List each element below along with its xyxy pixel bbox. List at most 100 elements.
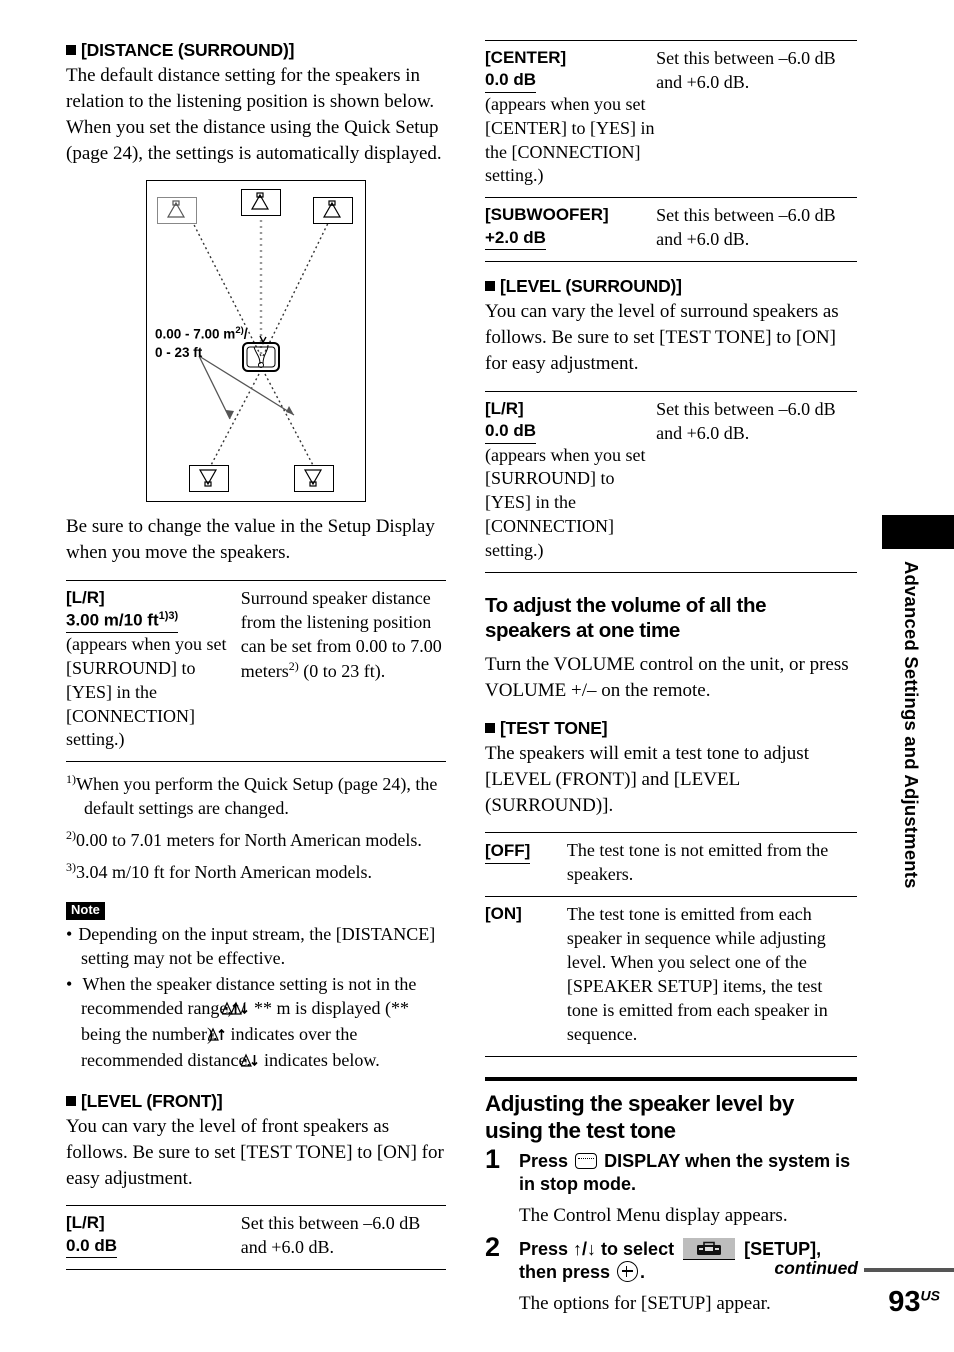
left-column: [DISTANCE (SURROUND)] The default distan… (66, 40, 446, 1280)
step-1: 1 Press DISPLAY when the system is in st… (485, 1145, 857, 1228)
step-1-number: 1 (485, 1143, 501, 1174)
section-heading-distance-surround-label: [DISTANCE (SURROUND)] (81, 40, 295, 60)
table-row: [L/R] 0.0 dB Set this between –6.0 dB an… (66, 1205, 446, 1270)
bullet-square-icon (485, 722, 495, 733)
section-divider (485, 1076, 857, 1081)
table-cell-key: [L/R] 0.0 dB (66, 1206, 241, 1270)
setting-default-value: 0.0 dB (485, 70, 537, 93)
right-column: [CENTER] 0.0 dB (appears when you set [C… (485, 40, 857, 1326)
front-left-speaker-icon (157, 197, 197, 225)
table-cell-value: The test tone is emitted from each speak… (566, 904, 828, 1045)
warning-down-icon (230, 999, 249, 1023)
after-diagram-text: Be sure to change the value in the Setup… (66, 516, 435, 564)
speaker-placement-diagram-wrap: 0.00 - 7.00 m2)/ 0 - 23 ft (66, 180, 446, 503)
level-front-table: [L/R] 0.0 dB Set this between –6.0 dB an… (66, 1205, 446, 1270)
setting-name: [SUBWOOFER] (485, 205, 609, 225)
heading-adjust-volume-all: To adjust the volume of all the speakers… (485, 594, 767, 643)
section-heading-level-surround: [LEVEL (SURROUND)] (485, 276, 857, 296)
test-tone-table: [OFF] The test tone is not emitted from … (485, 832, 857, 1057)
front-right-speaker-icon (313, 197, 353, 225)
setting-name: [CENTER] (485, 48, 567, 67)
table-cell-key: [CENTER] 0.0 dB (appears when you set [C… (485, 41, 656, 198)
bullet-square-icon (66, 45, 76, 55)
step-1-description: The Control Menu display appears. (519, 1204, 788, 1226)
step-1-title-b: DISPLAY when the system is in stop mode. (519, 1150, 851, 1195)
distance-label-feet: 0 - 23 ft (155, 345, 203, 361)
step-2-description: The options for [SETUP] appear. (519, 1292, 771, 1314)
setting-default-value: +2.0 dB (485, 228, 546, 251)
setting-default-value: 3.00 m/10 ft1)3) (66, 609, 179, 633)
level-front-table-continued: [CENTER] 0.0 dB (appears when you set [C… (485, 40, 857, 262)
footnote-2: 2)0.00 to 7.01 meters for North American… (66, 828, 446, 853)
table-row: [OFF] The test tone is not emitted from … (485, 832, 857, 897)
table-cell-value: Set this between –6.0 dB and +6.0 dB. (240, 1213, 421, 1258)
footnote-2-mark: 2) (66, 828, 76, 843)
table-cell-key: [L/R] 3.00 m/10 ft1)3) (appears when you… (66, 581, 241, 762)
footnote-1-mark: 1) (66, 772, 76, 787)
section-heading-level-front: [LEVEL (FRONT)] (66, 1091, 446, 1111)
distance-label-slash: / (243, 326, 248, 342)
page-number: 93US (888, 1288, 940, 1317)
side-tab-label: Advanced Settings and Adjustments (901, 561, 922, 889)
footnote-1-text: When you perform the Quick Setup (page 2… (76, 774, 438, 819)
bullet-square-icon (66, 1095, 76, 1106)
distance-intro-text: The default distance setting for the spe… (66, 65, 442, 164)
table-row: [L/R] 0.0 dB (appears when you set [SURR… (485, 391, 857, 573)
setting-condition-note: (appears when you set [SURROUND] to [YES… (66, 633, 227, 750)
step-2-title-a: Press ↑/↓ to select (519, 1239, 675, 1260)
footer-rule (864, 1268, 954, 1272)
level-surround-intro-text: You can vary the level of surround speak… (485, 301, 839, 375)
footer-continued-text: continued (774, 1258, 858, 1278)
footnote-2-text: 0.00 to 7.01 meters for North American m… (76, 830, 422, 851)
footnote-1: 1)When you perform the Quick Setup (page… (66, 772, 446, 821)
step-1-title-a: Press (519, 1150, 569, 1171)
table-cell-key: [OFF] (485, 833, 567, 897)
level-front-intro-text: You can vary the level of front speakers… (66, 1115, 444, 1189)
note-badge: Note (66, 902, 105, 921)
footnote-3: 3)3.04 m/10 ft for North American models… (66, 860, 446, 885)
note-item-text-e: indicates below. (263, 1049, 380, 1070)
warning-up-icon (207, 1025, 225, 1049)
setting-name: [L/R] (66, 1213, 105, 1233)
note-list: Depending on the input stream, the [DIST… (66, 923, 446, 1075)
setting-default-value: 0.0 dB (66, 1236, 118, 1258)
page-number-suffix: US (920, 1287, 940, 1304)
section-heading-level-surround-label: [LEVEL (SURROUND)] (500, 276, 682, 297)
side-tab-marker (882, 515, 954, 549)
setup-toolbox-icon (683, 1238, 736, 1261)
distance-label-footnote-mark: 2) (235, 325, 244, 337)
note-item: Depending on the input stream, the [DIST… (66, 923, 446, 971)
footnote-3-mark: 3) (66, 860, 76, 875)
table-cell-key: [L/R] 0.0 dB (appears when you set [SURR… (485, 391, 656, 572)
setting-default-text: 3.00 m/10 ft (66, 610, 159, 630)
level-surround-table: [L/R] 0.0 dB (appears when you set [SURR… (485, 391, 857, 573)
note-item-text: Depending on the input stream, the [DIST… (78, 924, 436, 969)
table-row: [ON] The test tone is emitted from each … (485, 896, 857, 1057)
table-cell-value: Set this between –6.0 dB and +6.0 dB. (656, 48, 836, 92)
setting-default-footnote: 1)3) (158, 609, 179, 622)
table-row: [L/R] 3.00 m/10 ft1)3) (appears when you… (66, 580, 446, 762)
footer-continued: continued (554, 1258, 954, 1283)
volume-instruction-text: Turn the VOLUME control on the unit, or … (485, 654, 849, 702)
step-1-title: Press DISPLAY when the system is in stop… (519, 1150, 857, 1197)
setting-condition-note: (appears when you set [CENTER] to [YES] … (485, 93, 655, 186)
table-cell-key: [SUBWOOFER] +2.0 dB (485, 198, 656, 262)
distance-settings-table: [L/R] 3.00 m/10 ft1)3) (appears when you… (66, 580, 446, 762)
setting-default-value: 0.0 dB (485, 421, 537, 444)
section-heading-test-tone-label: [TEST TONE] (500, 717, 608, 738)
chapter-side-tab: Advanced Settings and Adjustments (882, 515, 954, 889)
table-row: [CENTER] 0.0 dB (appears when you set [C… (485, 40, 857, 198)
setting-default-value: [OFF] (485, 841, 531, 864)
distance-range-label: 0.00 - 7.00 m2)/ 0 - 23 ft (155, 325, 248, 362)
surround-left-speaker-icon (189, 465, 229, 493)
section-heading-level-front-label: [LEVEL (FRONT)] (81, 1090, 223, 1111)
setting-name: [L/R] (66, 588, 105, 608)
manual-page: [DISTANCE (SURROUND)] The default distan… (0, 0, 954, 1352)
step-2-number: 2 (485, 1232, 501, 1263)
page-number-text: 93 (888, 1286, 921, 1318)
center-speaker-icon (241, 189, 281, 217)
surround-right-speaker-icon (294, 465, 334, 493)
warning-down-icon (240, 1051, 259, 1075)
table-row: [SUBWOOFER] +2.0 dB Set this between –6.… (485, 197, 857, 262)
table-cell-key: [ON] (485, 897, 567, 1057)
